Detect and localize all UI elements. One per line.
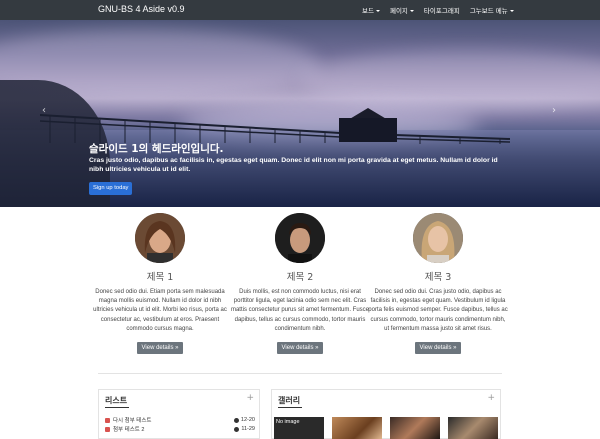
- marketing-column-1: 제목 1 Donec sed odio dui. Etiam porta sem…: [90, 213, 230, 355]
- avatar: [275, 213, 325, 263]
- marketing-column-2: 제목 2 Duis mollis, est non commodo luctus…: [230, 213, 370, 355]
- list-panel: 리스트 + 다시 첨부 테스트 12-20 첨부 테스트 2 11-29: [98, 389, 260, 439]
- panel-title-underline: [278, 407, 302, 408]
- view-details-button[interactable]: View details »: [276, 342, 324, 355]
- column-title: 제목 1: [146, 272, 174, 283]
- pier-image: [40, 114, 510, 144]
- chevron-right-icon[interactable]: ›: [552, 105, 556, 116]
- plus-icon[interactable]: +: [246, 393, 254, 403]
- clock-icon: [234, 426, 240, 432]
- nav-item-gnuboard-menu[interactable]: 그누보드 메뉴: [470, 5, 514, 15]
- gallery-panel: 갤러리 + No image: [271, 389, 501, 439]
- clock-icon: [233, 417, 239, 423]
- nav-item-typography-label: 타이포그래피: [423, 7, 460, 15]
- nav-item-page-label: 페이지: [389, 7, 408, 15]
- list-item-date: 12-20: [233, 417, 255, 423]
- cloud-decoration: [300, 50, 600, 110]
- site-brand[interactable]: GNU-BS 4 Aside v0.9: [98, 4, 185, 14]
- view-details-button[interactable]: View details »: [414, 342, 462, 355]
- sign-up-button[interactable]: Sign up today: [89, 182, 133, 195]
- nav-item-page[interactable]: 페이지: [390, 5, 414, 15]
- top-navbar: GNU-BS 4 Aside v0.9 보드 페이지 타이포그래피 그누보드 메…: [0, 0, 600, 20]
- list-item[interactable]: 첨부 테스트 2 11-29: [105, 425, 255, 433]
- view-details-button[interactable]: View details »: [136, 342, 184, 355]
- column-text: Donec sed odio dui. Etiam porta sem male…: [93, 289, 227, 332]
- avatar: [135, 213, 185, 263]
- hero-carousel: ‹ › 슬라이드 1의 헤드라인입니다. Cras justo odio, da…: [0, 20, 600, 207]
- list-item-date-text: 11-29: [241, 426, 255, 432]
- list-item-date: 11-29: [234, 426, 255, 432]
- gallery-thumb[interactable]: [448, 417, 498, 439]
- caret-down-icon: [409, 10, 414, 12]
- gallery-thumb-no-image[interactable]: No image: [274, 417, 324, 439]
- section-divider: [98, 373, 502, 374]
- list-item-date-text: 12-20: [240, 417, 255, 423]
- avatar: [413, 213, 463, 263]
- caret-down-icon: [509, 10, 514, 12]
- marketing-column-3: 제목 3 Donec sed odio dui. Cras justo odio…: [368, 213, 508, 355]
- boathouse-image: [335, 108, 401, 144]
- nav-item-typography[interactable]: 타이포그래피: [424, 5, 460, 15]
- gallery-thumb[interactable]: [390, 417, 440, 439]
- slide-text: Cras justo odio, dapibus ac facilisis in…: [89, 157, 498, 173]
- list-item-title: 다시 첨부 테스트: [113, 418, 152, 424]
- gallery-thumb[interactable]: [332, 417, 382, 439]
- list-item-title: 첨부 테스트 2: [113, 427, 145, 433]
- column-title: 제목 2: [286, 272, 314, 283]
- panel-title: 갤러리: [278, 396, 301, 405]
- chevron-left-icon[interactable]: ‹: [42, 105, 46, 116]
- nav-item-gnuboard-label: 그누보드 메뉴: [469, 7, 508, 15]
- no-image-label: No image: [276, 419, 300, 425]
- caret-down-icon: [375, 10, 380, 12]
- slide-headline: 슬라이드 1의 헤드라인입니다.: [89, 143, 224, 155]
- nav-item-board[interactable]: 보드: [362, 5, 380, 15]
- nav-item-board-label: 보드: [362, 7, 374, 15]
- panel-title: 리스트: [105, 396, 128, 405]
- column-text: Duis mollis, est non commodo luctus, nis…: [230, 289, 370, 332]
- file-icon: [105, 417, 110, 423]
- main-nav: 보드 페이지 타이포그래피 그누보드 메뉴: [352, 0, 514, 20]
- list-item[interactable]: 다시 첨부 테스트 12-20: [105, 416, 255, 424]
- column-text: Donec sed odio dui. Cras justo odio, dap…: [368, 289, 508, 332]
- column-title: 제목 3: [424, 272, 452, 283]
- panel-title-underline: [105, 407, 129, 408]
- plus-icon[interactable]: +: [487, 393, 495, 403]
- file-icon: [105, 426, 110, 432]
